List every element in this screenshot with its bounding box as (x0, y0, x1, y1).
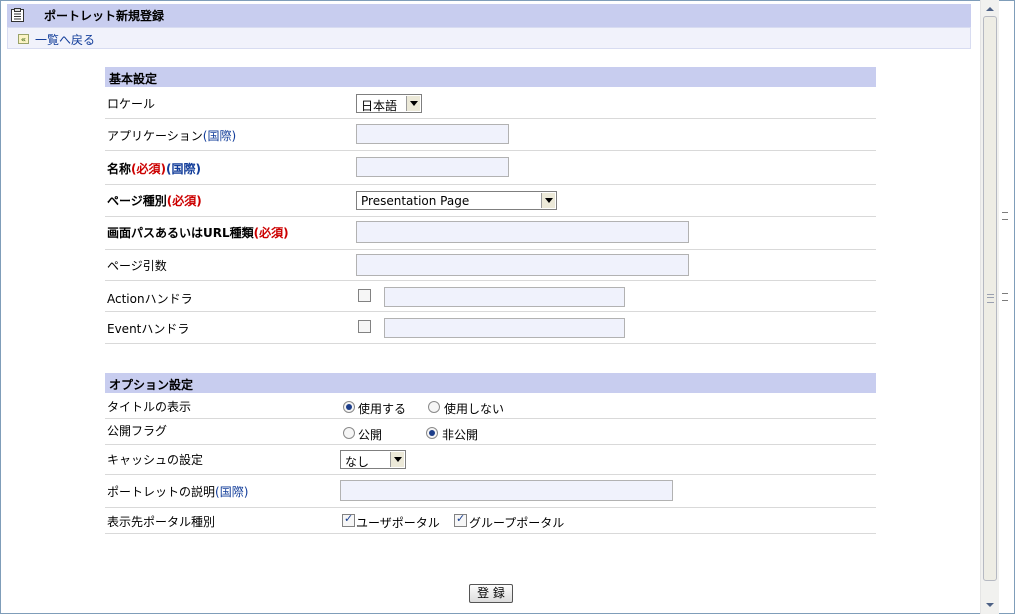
page-title: ポートレット新規登録 (44, 9, 165, 23)
action-handler-input[interactable] (384, 287, 625, 307)
resize-grip-icon (1002, 212, 1008, 220)
event-handler-checkbox[interactable] (358, 320, 371, 333)
row-event-handler: Eventハンドラ (105, 312, 876, 344)
private-radio[interactable] (426, 427, 438, 439)
dropdown-arrow-icon[interactable] (541, 193, 555, 208)
row-page-args: ページ引数 (105, 250, 876, 281)
screen-path-label: 画面パスあるいはURL種類(必須) (107, 226, 289, 240)
action-handler-checkbox[interactable] (358, 289, 371, 302)
title-display-use-radio[interactable] (343, 401, 355, 413)
row-title-display: タイトルの表示 使用する 使用しない (105, 393, 876, 419)
user-portal-checkbox[interactable] (342, 512, 355, 527)
grip-icon (987, 294, 994, 303)
section-title: オプション設定 (109, 378, 194, 392)
public-label[interactable]: 公開 (358, 426, 382, 443)
row-cache: キャッシュの設定 なし (105, 445, 876, 475)
description-label: ポートレットの説明(国際) (107, 485, 249, 499)
intl-link[interactable]: (国際) (215, 485, 248, 499)
dropdown-arrow-icon[interactable] (390, 452, 404, 467)
title-display-label: タイトルの表示 (107, 400, 192, 414)
main-content: ポートレット新規登録 « 一覧へ戻る 基本設定 ロケール 日本語 アプリケーショ… (0, 0, 979, 614)
back-bar: « 一覧へ戻る (7, 27, 971, 49)
section-header-basic: 基本設定 (105, 67, 876, 87)
public-flag-label: 公開フラグ (107, 424, 168, 438)
group-portal-label[interactable]: グループポータル (469, 514, 564, 531)
title-display-nouse-radio[interactable] (428, 401, 440, 413)
locale-select[interactable]: 日本語 (356, 94, 422, 113)
application-label: アプリケーション(国際) (107, 129, 237, 143)
page-type-select[interactable]: Presentation Page (356, 191, 557, 210)
page-args-input[interactable] (356, 254, 689, 276)
page-header: ポートレット新規登録 (7, 4, 971, 27)
back-to-list-link[interactable]: 一覧へ戻る (35, 31, 95, 48)
row-application: アプリケーション(国際) (105, 119, 876, 151)
required-mark: (必須) (253, 226, 289, 240)
title-display-nouse-label[interactable]: 使用しない (444, 400, 504, 417)
dropdown-arrow-icon[interactable] (406, 96, 420, 111)
name-label: 名称(必須)(国際) (107, 162, 201, 176)
row-description: ポートレットの説明(国際) (105, 475, 876, 508)
scroll-up-arrow-icon[interactable] (982, 1, 998, 17)
private-label[interactable]: 非公開 (442, 426, 478, 443)
page-args-label: ページ引数 (107, 259, 167, 273)
title-display-use-label[interactable]: 使用する (358, 400, 406, 417)
intl-link[interactable]: (国際) (166, 162, 201, 176)
cache-select[interactable]: なし (340, 450, 406, 469)
locale-value: 日本語 (361, 99, 398, 113)
public-radio[interactable] (343, 427, 355, 439)
action-handler-label: Actionハンドラ (107, 292, 193, 306)
row-portal-type: 表示先ポータル種別 ユーザポータル グループポータル (105, 508, 876, 534)
double-left-arrow-icon[interactable]: « (18, 34, 29, 44)
required-mark: (必須) (131, 162, 166, 176)
scroll-down-arrow-icon[interactable] (982, 597, 998, 613)
vertical-scrollbar[interactable] (980, 0, 999, 614)
required-mark: (必須) (166, 194, 202, 208)
row-action-handler: Actionハンドラ (105, 281, 876, 312)
resize-grip-icon (1002, 293, 1008, 301)
name-input[interactable] (356, 157, 509, 177)
section-title: 基本設定 (109, 72, 158, 86)
user-portal-label[interactable]: ユーザポータル (356, 514, 440, 531)
register-button[interactable]: 登 録 (469, 584, 513, 603)
cache-value: なし (345, 455, 370, 469)
row-public-flag: 公開フラグ 公開 非公開 (105, 419, 876, 445)
portal-type-label: 表示先ポータル種別 (107, 515, 216, 529)
intl-link[interactable]: (国際) (203, 129, 236, 143)
section-header-options: オプション設定 (105, 373, 876, 393)
screen-path-input[interactable] (356, 221, 689, 243)
event-handler-input[interactable] (384, 318, 625, 338)
row-locale: ロケール 日本語 (105, 87, 876, 119)
page-type-label: ページ種別(必須) (107, 194, 202, 208)
row-page-type: ページ種別(必須) Presentation Page (105, 185, 876, 217)
cache-label: キャッシュの設定 (107, 453, 204, 467)
description-input[interactable] (340, 480, 673, 501)
clipboard-icon (11, 8, 24, 22)
application-input[interactable] (356, 124, 509, 144)
row-screen-path: 画面パスあるいはURL種類(必須) (105, 217, 876, 250)
locale-label: ロケール (107, 97, 156, 111)
row-name: 名称(必須)(国際) (105, 151, 876, 185)
group-portal-checkbox[interactable] (454, 512, 467, 527)
scrollbar-thumb[interactable] (983, 16, 997, 581)
event-handler-label: Eventハンドラ (107, 322, 190, 336)
page-type-value: Presentation Page (361, 194, 470, 208)
